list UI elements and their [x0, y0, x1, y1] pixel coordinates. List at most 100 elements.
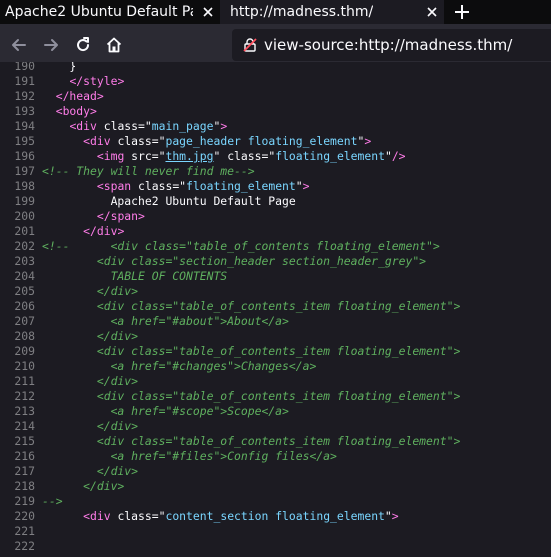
line-number: 209 — [14, 344, 35, 358]
code-token: <a href="#scope">Scope</a> — [42, 404, 289, 418]
code-token: <div class="table_of_contents_item float… — [42, 389, 461, 403]
code-token: class — [138, 179, 173, 193]
code-token: <a href="#files">Config files</a> — [42, 449, 337, 463]
source-line: 192 </head> — [0, 89, 551, 104]
line-code: </div> — [42, 329, 138, 344]
source-line: 190 } — [0, 62, 551, 74]
source-line: 220 <div class="content_section floating… — [0, 509, 551, 524]
new-tab-icon[interactable] — [452, 2, 472, 22]
source-line: 202 <!-- <div class="table_of_contents fl… — [0, 239, 551, 254]
close-icon[interactable] — [200, 4, 216, 20]
line-code: </div> — [42, 374, 138, 389]
source-line: 196 <img src="thm.jpg" class="floating_e… — [0, 149, 551, 164]
home-icon[interactable] — [105, 36, 123, 54]
line-code: <a href="#scope">Scope</a> — [42, 404, 289, 419]
line-code: <!-- They will never find me--> — [42, 164, 255, 179]
source-line: 208 </div> — [0, 329, 551, 344]
line-number: 192 — [14, 89, 35, 103]
line-number: 222 — [14, 539, 35, 553]
code-token: <div class="section_header section_heade… — [42, 254, 427, 268]
code-token: <!-- <div class="table_of_contents float… — [42, 239, 440, 253]
line-number: 217 — [14, 464, 35, 478]
code-token: <body> — [55, 104, 97, 118]
tab-bar: Apache2 Ubuntu Default Page http://madne… — [0, 0, 551, 24]
insecure-lock-icon[interactable] — [242, 37, 258, 53]
code-token: </div> — [42, 419, 139, 433]
line-number: 197 — [14, 164, 35, 178]
source-link[interactable]: thm.jpg — [165, 149, 213, 163]
source-line: 222 — [0, 539, 551, 554]
source-view: 190 } 191 </style> 192 </head> 193 <body> 19… — [0, 62, 551, 557]
source-line: 212 <div class="table_of_contents_item f… — [0, 389, 551, 404]
line-number: 211 — [14, 374, 35, 388]
line-number: 203 — [14, 254, 35, 268]
source-line: 193 <body> — [0, 104, 551, 119]
tab-madness[interactable]: http://madness.thm/ — [220, 0, 444, 24]
line-code: <div class="table_of_contents_item float… — [42, 434, 460, 449]
line-code: <div class="table_of_contents_item float… — [42, 299, 460, 314]
code-token: =" — [172, 179, 187, 193]
line-code: <div class="table_of_contents_item float… — [42, 344, 460, 359]
source-line: 206 <div class="table_of_contents_item f… — [0, 299, 551, 314]
line-number: 190 — [14, 62, 35, 73]
source-line: 213 <a href="#scope">Scope</a> — [0, 404, 551, 419]
close-icon[interactable] — [424, 4, 440, 20]
code-token: =" — [138, 119, 152, 133]
code-token: " — [384, 149, 392, 163]
code-token: <div class="table_of_contents_item float… — [42, 344, 461, 358]
code-token: <div — [83, 509, 118, 523]
line-code: <body> — [42, 104, 97, 119]
code-token: class — [103, 119, 139, 133]
source-line: 199 Apache2 Ubuntu Default Page — [0, 194, 551, 209]
tab-title: http://madness.thm/ — [230, 4, 374, 20]
tab-apache-default[interactable]: Apache2 Ubuntu Default Page — [0, 0, 220, 24]
source-line: 204 TABLE OF CONTENTS — [0, 269, 551, 284]
tab-title: Apache2 Ubuntu Default Page — [5, 4, 193, 20]
source-line: 215 <div class="table_of_contents_item f… — [0, 434, 551, 449]
code-token: </style> — [69, 74, 125, 88]
code-token: TABLE OF CONTENTS — [42, 269, 228, 283]
source-line: 209 <div class="table_of_contents_item f… — [0, 344, 551, 359]
back-icon[interactable] — [10, 36, 28, 54]
line-number: 205 — [14, 284, 35, 298]
line-number: 206 — [14, 299, 35, 313]
line-code: </div> — [42, 419, 138, 434]
code-token: floating_element — [186, 179, 296, 193]
line-code: <a href="#changes">Changes</a> — [42, 359, 317, 374]
source-line: 203 <div class="section_header section_h… — [0, 254, 551, 269]
reload-icon[interactable] — [74, 36, 92, 54]
source-line: 200 </span> — [0, 209, 551, 224]
line-number: 216 — [14, 449, 35, 463]
code-token: class — [227, 149, 262, 163]
source-line: 217 </div> — [0, 464, 551, 479]
url-text: view-source:http://madness.thm/ — [264, 36, 513, 54]
source-line: 195 <div class="page_header floating_ele… — [0, 134, 551, 149]
line-number: 200 — [14, 209, 35, 223]
line-code: } — [42, 62, 76, 74]
source-line: 219 --> — [0, 494, 551, 509]
line-code: Apache2 Ubuntu Default Page — [42, 194, 296, 209]
line-number: 199 — [14, 194, 35, 208]
code-token: <a href="#changes">Changes</a> — [42, 359, 317, 373]
code-token: src — [131, 149, 152, 163]
forward-icon[interactable] — [42, 36, 60, 54]
source-line: 214 </div> — [0, 419, 551, 434]
line-code: <a href="#files">Config files</a> — [42, 449, 337, 464]
code-token: </head> — [55, 89, 104, 103]
line-code: <div class="section_header section_heade… — [42, 254, 426, 269]
code-token: Apache2 Ubuntu Default Page — [42, 194, 296, 208]
line-number: 202 — [14, 239, 35, 253]
line-number: 220 — [14, 509, 35, 523]
code-token: </span> — [96, 209, 145, 223]
url-bar[interactable]: view-source:http://madness.thm/ — [232, 29, 551, 61]
source-line: 216 <a href="#files">Config files</a> — [0, 449, 551, 464]
code-token: content_section floating_element — [165, 509, 385, 523]
source-line: 218 </div> — [0, 479, 551, 494]
